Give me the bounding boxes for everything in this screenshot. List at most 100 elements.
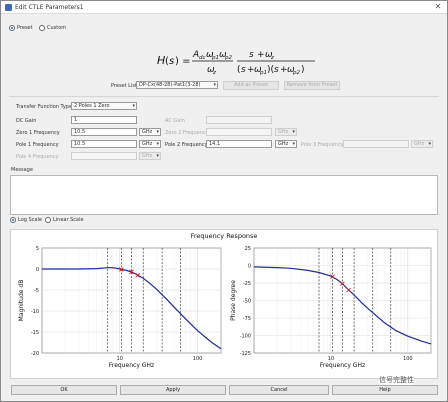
y-tick-label: -20 bbox=[31, 351, 39, 357]
svg-text:p2: p2 bbox=[292, 70, 300, 76]
apply-button[interactable]: Apply bbox=[120, 385, 226, 395]
watermark-text: 信号完整性 bbox=[379, 375, 414, 385]
pole4-unit-value: GHz bbox=[142, 153, 153, 159]
frequency-response-panel: Frequency Response 5 0 -5 -10 -15 -20 10 100 Fre… bbox=[10, 229, 438, 379]
add-preset-button[interactable]: Add as Preset bbox=[223, 81, 279, 90]
svg-text:dc: dc bbox=[199, 55, 206, 61]
svg-text:+: + bbox=[257, 50, 265, 60]
zero1-label: Zero 1 Frequency bbox=[16, 130, 60, 136]
pole2-label: Pole 2 Frequency bbox=[165, 142, 208, 148]
y-tick-label: -15 bbox=[31, 330, 39, 336]
svg-text:)(: )( bbox=[267, 65, 274, 75]
dc-gain-input[interactable]: 1 bbox=[71, 116, 137, 124]
pole3-label: Pole 3 Frequency bbox=[301, 142, 344, 148]
log-scale-label: Log Scale bbox=[18, 217, 42, 223]
svg-text:s: s bbox=[249, 50, 254, 60]
zero2-label: Zero 2 Frequency bbox=[165, 130, 209, 136]
pole2-unit-select[interactable]: GHz ▾ bbox=[275, 140, 297, 148]
chevron-down-icon: ▾ bbox=[213, 82, 216, 88]
pole1-label: Pole 1 Frequency bbox=[16, 142, 59, 148]
log-scale-radio[interactable] bbox=[10, 217, 16, 223]
svg-text:) =: ) = bbox=[175, 56, 190, 67]
preset-radio[interactable] bbox=[9, 25, 15, 31]
dc-gain-label: DC Gain bbox=[16, 118, 37, 124]
pole1-unit-value: GHz bbox=[142, 141, 153, 147]
help-button[interactable]: Help bbox=[332, 385, 438, 395]
ac-gain-input[interactable] bbox=[206, 116, 272, 124]
pole4-label: Pole 4 Frequency bbox=[16, 154, 59, 160]
zero1-unit-value: GHz bbox=[142, 129, 153, 135]
y-tick-label: -5 bbox=[34, 288, 39, 294]
pole3-input[interactable] bbox=[343, 140, 409, 148]
x-axis-label: Frequency GHz bbox=[109, 362, 154, 369]
chevron-down-icon: ▾ bbox=[132, 103, 135, 109]
plots-title: Frequency Response bbox=[191, 232, 258, 240]
y-tick-label: 0 bbox=[248, 263, 251, 269]
pole1-unit-select[interactable]: GHz ▾ bbox=[139, 140, 161, 148]
zero2-input[interactable] bbox=[206, 128, 272, 136]
pole3-unit-select[interactable]: GHz ▾ bbox=[411, 140, 433, 148]
pole2-unit-value: GHz bbox=[278, 141, 289, 147]
ctle-dialog: Edit CTLE Parameters1 ✕ Preset Custom H … bbox=[0, 0, 448, 402]
chevron-down-icon: ▾ bbox=[156, 141, 159, 147]
y-axis-label: Magnitude dB bbox=[18, 280, 25, 322]
linear-scale-label: Linear Scale bbox=[53, 217, 84, 223]
preset-radio-label: Preset bbox=[17, 25, 33, 31]
svg-text:s: s bbox=[169, 56, 174, 67]
custom-radio[interactable] bbox=[39, 25, 45, 31]
y-tick-label: 25 bbox=[245, 246, 251, 252]
tf-type-select[interactable]: 2 Poles 1 Zero ▾ bbox=[71, 102, 137, 110]
frequency-response-plots: Frequency Response 50-5-10-15-2010 100Fre… bbox=[18, 232, 432, 369]
pole4-input[interactable] bbox=[71, 152, 137, 160]
message-box bbox=[10, 175, 438, 215]
y-tick-label: -50 bbox=[243, 298, 251, 304]
zero1-unit-select[interactable]: GHz ▾ bbox=[139, 128, 161, 136]
svg-text:(: ( bbox=[237, 65, 241, 75]
chevron-down-icon: ▾ bbox=[156, 153, 159, 159]
y-tick-label: -100 bbox=[240, 333, 251, 339]
custom-radio-label: Custom bbox=[47, 25, 67, 31]
linear-scale-radio[interactable] bbox=[45, 217, 51, 223]
x-tick-label: 100 bbox=[193, 356, 203, 362]
ac-gain-label: AC Gain bbox=[165, 118, 185, 124]
svg-text:p2: p2 bbox=[224, 55, 232, 61]
chevron-down-icon: ▾ bbox=[292, 141, 295, 147]
svg-text:p1: p1 bbox=[259, 70, 267, 76]
window-title: Edit CTLE Parameters1 bbox=[15, 4, 84, 11]
dialog-button-bar: OK Apply Cancel Help 信号完整性 bbox=[1, 375, 447, 401]
y-tick-label: 5 bbox=[36, 246, 39, 252]
x-axis-label: Frequency GHz bbox=[320, 362, 365, 369]
y-tick-label: -125 bbox=[240, 351, 251, 357]
transfer-function-formula: H ( s ) = A dc ω p1 ω p2 ω z s + ω z ( s… bbox=[157, 50, 315, 76]
title-bar: Edit CTLE Parameters1 ✕ bbox=[1, 1, 447, 14]
svg-text:): ) bbox=[301, 65, 305, 75]
message-label: Message bbox=[11, 167, 33, 173]
zero2-unit-select[interactable]: GHz ▾ bbox=[275, 128, 297, 136]
y-tick-label: 0 bbox=[36, 267, 39, 273]
close-icon[interactable]: ✕ bbox=[433, 2, 443, 12]
pole1-input[interactable]: 10.5 bbox=[71, 140, 137, 148]
cancel-button[interactable]: Cancel bbox=[229, 385, 329, 395]
svg-text:s: s bbox=[274, 65, 279, 75]
y-tick-label: -25 bbox=[243, 281, 251, 287]
chevron-down-icon: ▾ bbox=[156, 129, 159, 135]
preset-list-value: DP-Cx(48-28)-Pat1(3-28) bbox=[139, 82, 201, 88]
svg-text:z: z bbox=[270, 55, 274, 61]
svg-text:p1: p1 bbox=[211, 55, 219, 61]
svg-text:z: z bbox=[212, 70, 216, 76]
svg-text:s: s bbox=[241, 65, 246, 75]
x-tick-label: 100 bbox=[403, 356, 413, 362]
section-divider bbox=[9, 96, 439, 97]
zero1-input[interactable]: 10.5 bbox=[71, 128, 137, 136]
chevron-down-icon: ▾ bbox=[428, 141, 431, 147]
pole2-input[interactable]: 14.1 bbox=[206, 140, 272, 148]
pole4-unit-select[interactable]: GHz ▾ bbox=[139, 152, 161, 160]
y-tick-label: -75 bbox=[243, 316, 251, 322]
preset-list-select[interactable]: DP-Cx(48-28)-Pat1(3-28) ▾ bbox=[136, 81, 218, 89]
chevron-down-icon: ▾ bbox=[292, 129, 295, 135]
y-axis-label: Phase degree bbox=[230, 280, 237, 321]
preset-list-label: Preset List: bbox=[111, 83, 139, 89]
app-icon bbox=[5, 4, 12, 11]
ok-button[interactable]: OK bbox=[11, 385, 117, 395]
remove-preset-button[interactable]: Remove from Preset bbox=[284, 81, 340, 90]
